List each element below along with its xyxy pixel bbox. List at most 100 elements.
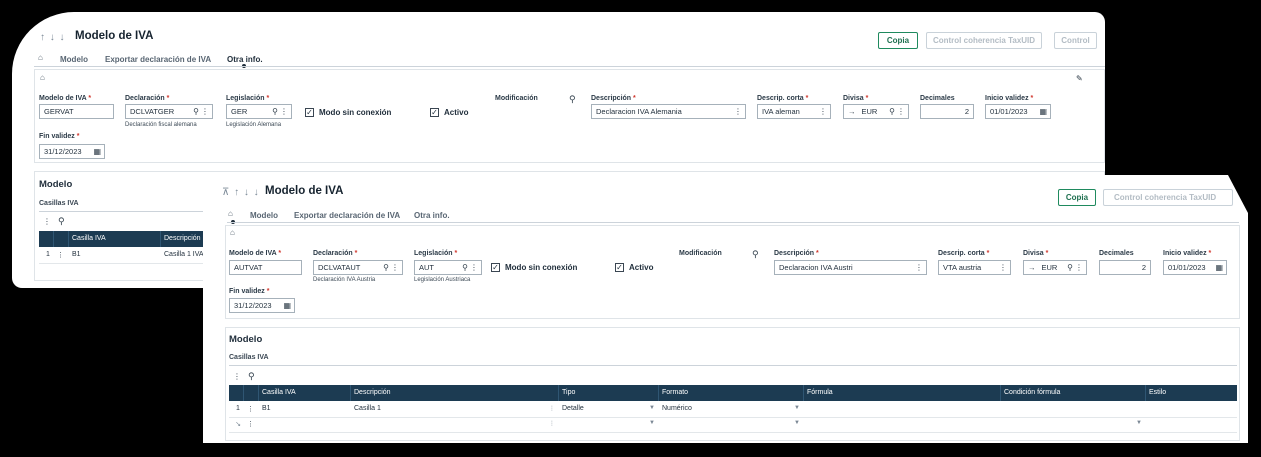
cell-condicion-formula[interactable] xyxy=(1001,402,1146,417)
home-icon[interactable]: ⌂ xyxy=(38,53,43,62)
declaracion-input[interactable]: DCLVATGER ⚲ ⋮ xyxy=(125,104,213,119)
more-icon[interactable]: ⋮ xyxy=(897,107,905,116)
cell-formula[interactable] xyxy=(804,402,1001,417)
inicio-validez-input[interactable]: 01/01/2023 ▦ xyxy=(1163,260,1227,275)
row-menu-icon[interactable]: ⋮ xyxy=(244,417,259,432)
more-icon[interactable]: ⋮ xyxy=(549,405,555,412)
fin-validez-input[interactable]: 31/12/2023 ▦ xyxy=(229,298,295,313)
row-menu-icon[interactable]: ⋮ xyxy=(54,248,69,263)
search-icon[interactable]: ⚲ xyxy=(752,249,759,260)
table-row-new[interactable]: ↘ ⋮ ⋮ ▼ ▼ ▼ xyxy=(229,417,1237,433)
more-icon[interactable]: ⋮ xyxy=(549,420,555,427)
navigation-arrows-icon[interactable]: ⊼ ↑ ↓ ↓ xyxy=(222,187,260,198)
calendar-icon[interactable]: ▦ xyxy=(283,301,291,310)
more-icon[interactable]: ⋮ xyxy=(915,263,923,272)
table-row[interactable]: 1 ⋮ B1 Casilla 1 IVA xyxy=(39,248,209,264)
more-icon[interactable]: ⋮ xyxy=(1075,263,1083,272)
cell-formato[interactable]: Numérico ▼ xyxy=(659,402,804,417)
header-formula[interactable]: Fórmula xyxy=(804,385,1001,401)
divisa-input[interactable]: → EUR ⚲ ⋮ xyxy=(843,104,909,119)
more-icon[interactable]: ⋮ xyxy=(43,217,51,226)
header-formato[interactable]: Formato xyxy=(659,385,804,401)
legislacion-input[interactable]: GER ⚲ ⋮ xyxy=(226,104,292,119)
offline-checkbox[interactable]: ✓ xyxy=(491,263,500,272)
more-icon[interactable]: ⋮ xyxy=(233,372,241,381)
more-icon[interactable]: ⋮ xyxy=(470,263,478,272)
tab-exportar[interactable]: Exportar declaración de IVA xyxy=(294,211,400,220)
modelo-input[interactable]: GERVAT xyxy=(39,104,114,119)
taxuid-coherence-button[interactable]: Control coherencia TaxUID xyxy=(1103,189,1233,206)
search-icon[interactable]: ⚲ xyxy=(569,94,576,105)
descripcion-input[interactable]: Declaracion IVA Austri ⋮ xyxy=(774,260,927,275)
more-icon[interactable]: ⋮ xyxy=(999,263,1007,272)
modelo-input[interactable]: AUTVAT xyxy=(229,260,302,275)
cell-casilla[interactable]: B1 xyxy=(259,402,351,417)
cell-descripcion[interactable]: ⋮ xyxy=(351,417,559,432)
chevron-down-icon[interactable]: ▼ xyxy=(794,405,800,411)
edit-icon[interactable]: ✎ xyxy=(1076,74,1083,83)
cell-formula[interactable] xyxy=(804,417,1001,432)
tab-otra-info[interactable]: Otra info. xyxy=(227,55,263,64)
header-descripcion[interactable]: Descripción xyxy=(161,231,209,247)
activo-checkbox[interactable]: ✓ xyxy=(615,263,624,272)
navigation-arrows-icon[interactable]: ↑ ↓ ↓ xyxy=(40,32,66,43)
search-icon[interactable]: ⚲ xyxy=(272,107,278,116)
control-button[interactable]: Control xyxy=(1054,32,1097,49)
search-icon[interactable]: ⚲ xyxy=(383,263,389,272)
more-icon[interactable]: ⋮ xyxy=(819,107,827,116)
descrip-corta-input[interactable]: VTA austria ⋮ xyxy=(938,260,1011,275)
cell-tipo[interactable]: ▼ xyxy=(559,417,659,432)
table-row[interactable]: 1 ⋮ B1 Casilla 1 ⋮ Detalle ▼ Numérico ▼ xyxy=(229,402,1237,418)
more-icon[interactable]: ⋮ xyxy=(391,263,399,272)
link-arrow-icon[interactable]: → xyxy=(1028,263,1036,272)
inicio-validez-input[interactable]: 01/01/2023 ▦ xyxy=(985,104,1051,119)
search-icon[interactable]: ⚲ xyxy=(248,371,255,382)
header-casilla[interactable]: Casilla IVA xyxy=(69,231,161,247)
header-descripcion[interactable]: Descripción xyxy=(351,385,559,401)
tab-otra-info[interactable]: Otra info. xyxy=(414,211,450,220)
home-icon[interactable]: ⌂ xyxy=(40,73,45,82)
search-icon[interactable]: ⚲ xyxy=(1067,263,1073,272)
home-icon[interactable]: ⌂ xyxy=(228,209,233,218)
cell-descripcion[interactable]: Casilla 1 IVA xyxy=(161,248,209,263)
offline-checkbox[interactable]: ✓ xyxy=(305,108,314,117)
link-arrow-icon[interactable]: → xyxy=(848,107,856,116)
header-condicion-formula[interactable]: Condición fórmula xyxy=(1001,385,1146,401)
cell-estilo[interactable] xyxy=(1146,417,1237,432)
chevron-down-icon[interactable]: ▼ xyxy=(649,420,655,426)
legislacion-input[interactable]: AUT ⚲ ⋮ xyxy=(414,260,482,275)
row-menu-icon[interactable]: ⋮ xyxy=(244,402,259,417)
more-icon[interactable]: ⋮ xyxy=(201,107,209,116)
descripcion-input[interactable]: Declaracion IVA Alemania ⋮ xyxy=(591,104,746,119)
copy-button[interactable]: Copia xyxy=(878,32,918,49)
tab-modelo[interactable]: Modelo xyxy=(60,55,88,64)
copy-button[interactable]: Copia xyxy=(1058,189,1096,206)
cell-condicion-formula[interactable]: ▼ xyxy=(1001,417,1146,432)
calendar-icon[interactable]: ▦ xyxy=(93,147,101,156)
chevron-down-icon[interactable]: ▼ xyxy=(794,420,800,426)
chevron-down-icon[interactable]: ▼ xyxy=(649,405,655,411)
cell-formato[interactable]: ▼ xyxy=(659,417,804,432)
calendar-icon[interactable]: ▦ xyxy=(1215,263,1223,272)
tab-exportar[interactable]: Exportar declaración de IVA xyxy=(105,55,211,64)
search-icon[interactable]: ⚲ xyxy=(462,263,468,272)
cell-descripcion[interactable]: Casilla 1 ⋮ xyxy=(351,402,559,417)
chevron-down-icon[interactable]: ▼ xyxy=(1136,420,1142,426)
divisa-input[interactable]: → EUR ⚲ ⋮ xyxy=(1023,260,1087,275)
cell-tipo[interactable]: Detalle ▼ xyxy=(559,402,659,417)
search-icon[interactable]: ⚲ xyxy=(889,107,895,116)
cell-estilo[interactable] xyxy=(1146,402,1237,417)
search-icon[interactable]: ⚲ xyxy=(58,216,65,227)
decimales-input[interactable]: 2 xyxy=(1099,260,1151,275)
decimales-input[interactable]: 2 xyxy=(920,104,974,119)
activo-checkbox[interactable]: ✓ xyxy=(430,108,439,117)
tab-modelo[interactable]: Modelo xyxy=(250,211,278,220)
taxuid-coherence-button[interactable]: Control coherencia TaxUID xyxy=(926,32,1042,49)
fin-validez-input[interactable]: 31/12/2023 ▦ xyxy=(39,144,105,159)
header-estilo[interactable]: Estilo xyxy=(1146,385,1237,401)
cell-casilla[interactable]: B1 xyxy=(69,248,161,263)
declaracion-input[interactable]: DCLVATAUT ⚲ ⋮ xyxy=(313,260,403,275)
calendar-icon[interactable]: ▦ xyxy=(1039,107,1047,116)
more-icon[interactable]: ⋮ xyxy=(280,107,288,116)
more-icon[interactable]: ⋮ xyxy=(734,107,742,116)
